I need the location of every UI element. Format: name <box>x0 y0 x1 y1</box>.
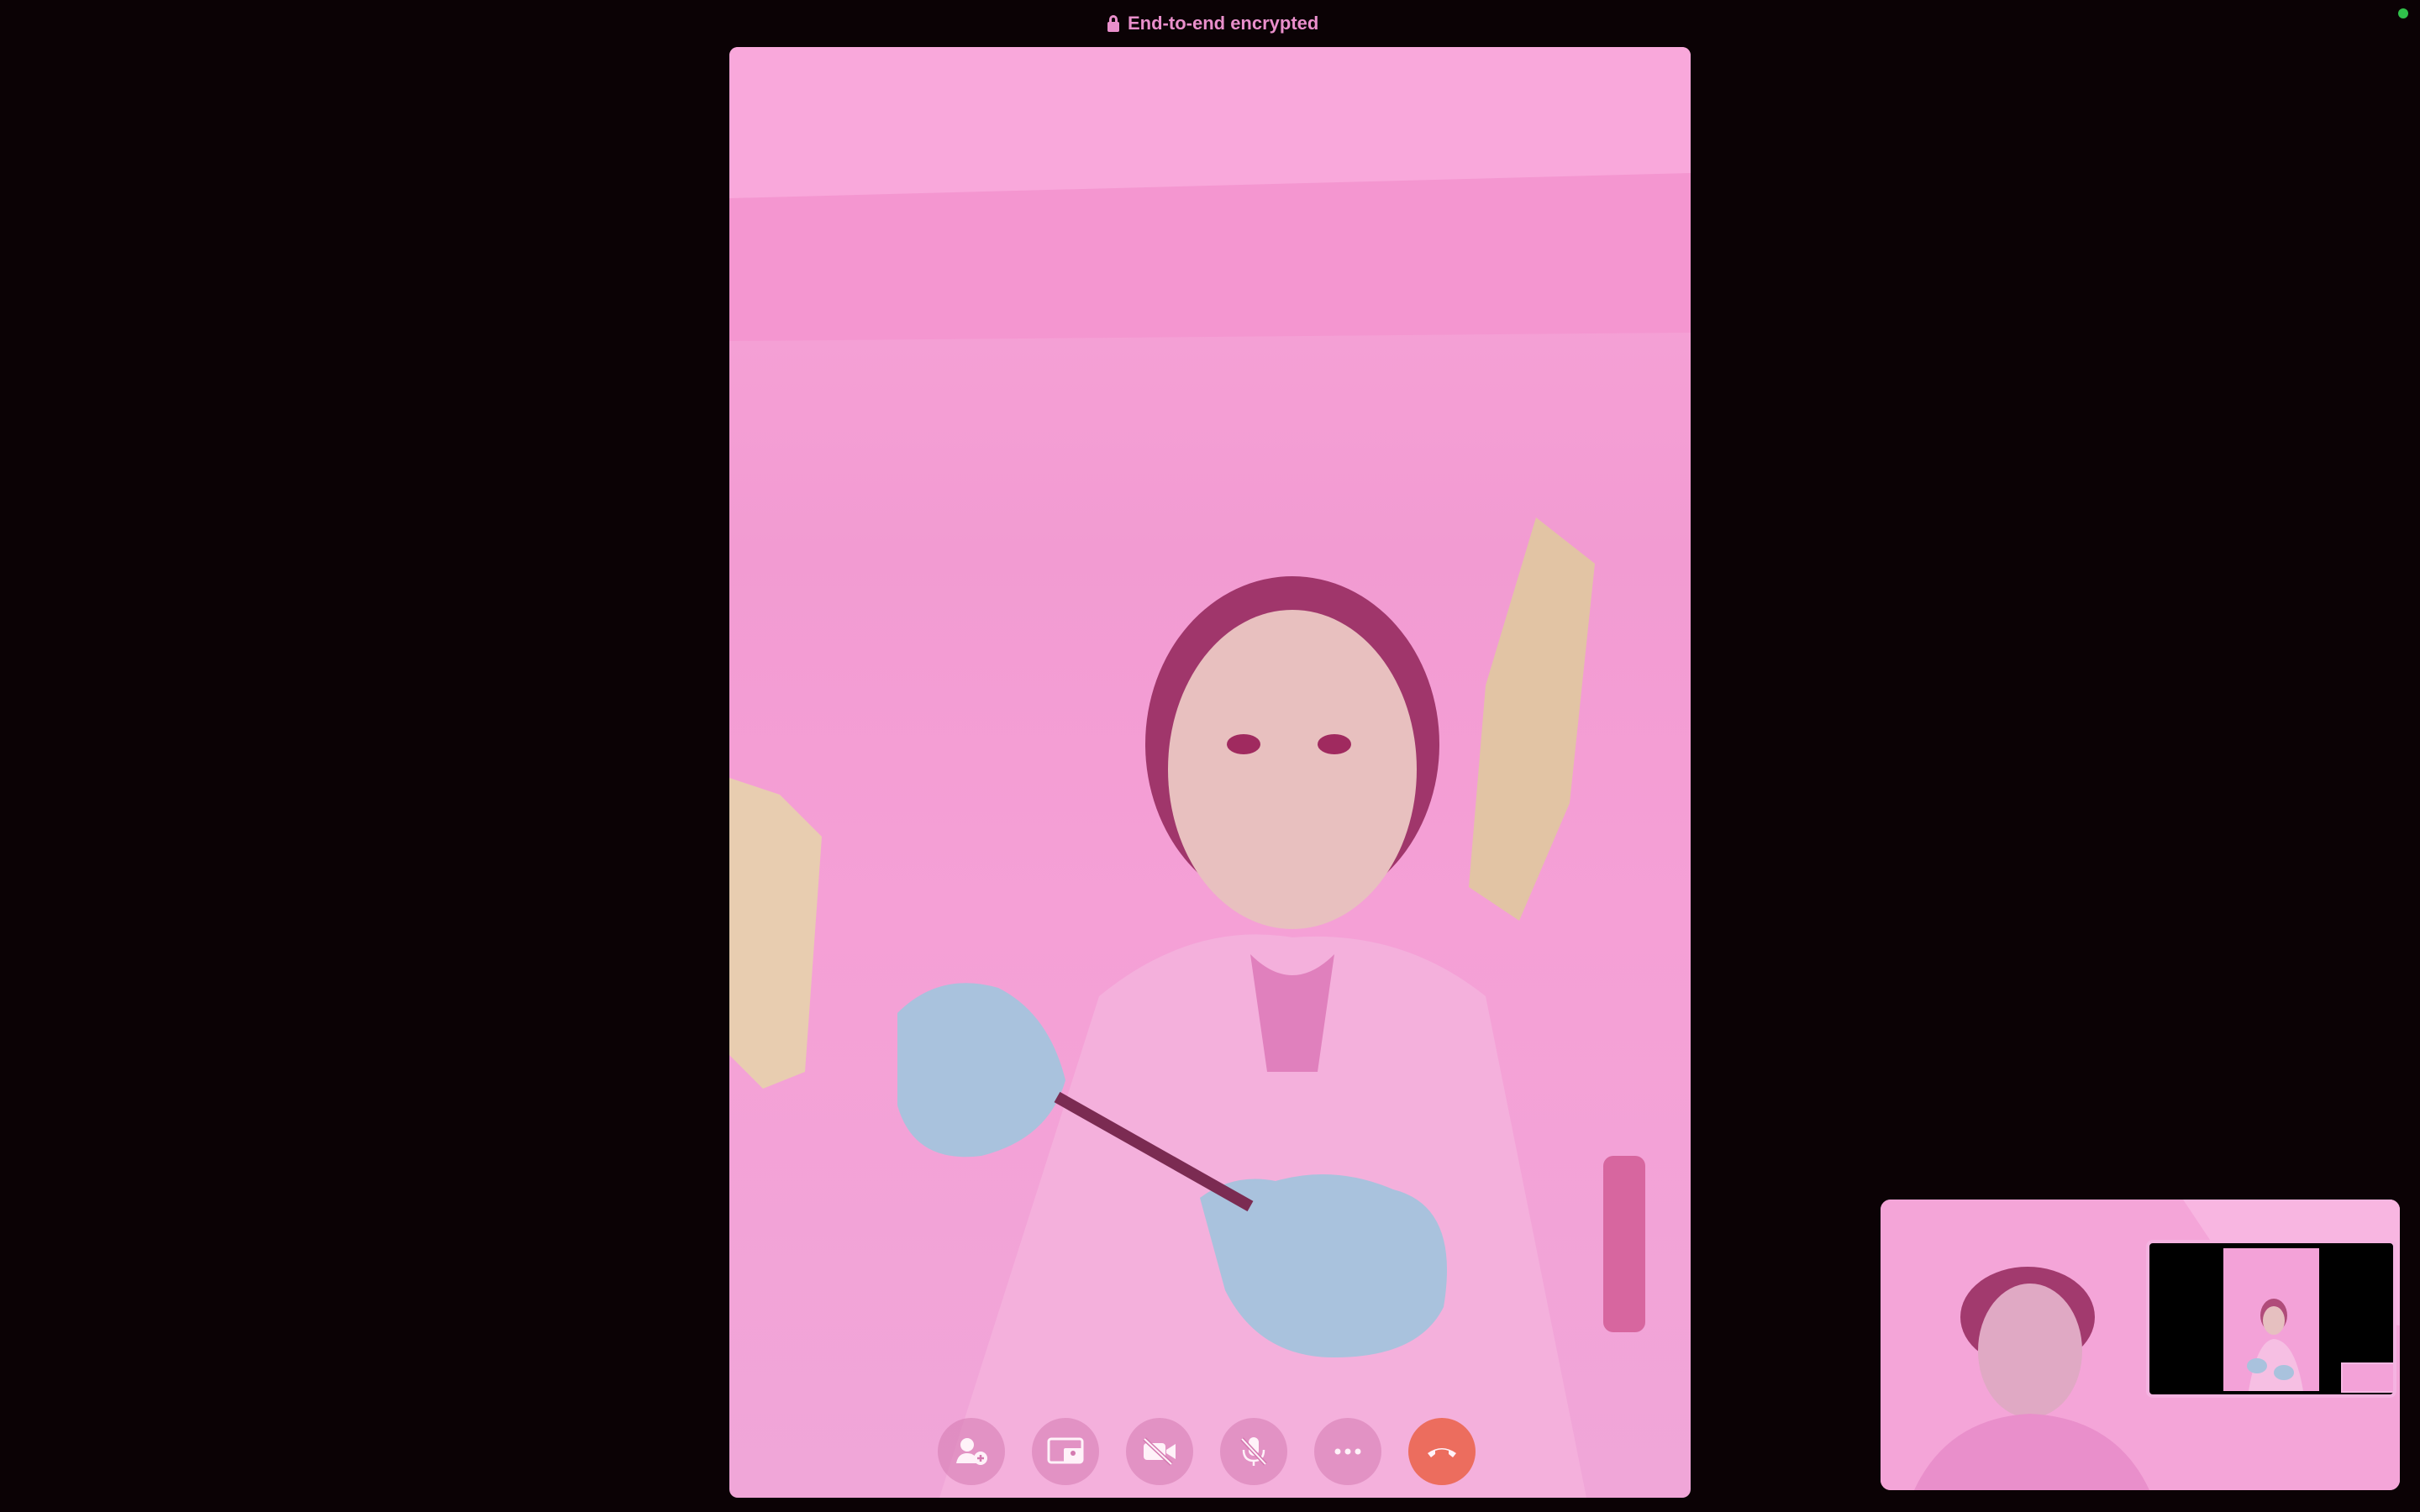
self-view-remote-mirror <box>2223 1248 2319 1391</box>
phone-hangup-icon <box>1428 1448 1456 1457</box>
self-view-frame <box>2247 1299 2303 1391</box>
remote-video-frame <box>729 47 1691 1498</box>
share-screen-button[interactable] <box>1032 1418 1099 1485</box>
add-person-button[interactable] <box>938 1418 1005 1485</box>
self-view-thumbnail[interactable] <box>2146 1240 2396 1398</box>
title-bar: End-to-end encrypted <box>0 0 2420 47</box>
ellipsis-icon <box>1334 1448 1361 1455</box>
remote-video[interactable] <box>729 47 1691 1498</box>
encryption-status: End-to-end encrypted <box>1107 11 1318 36</box>
add-person-icon <box>956 1438 987 1465</box>
end-call-button[interactable] <box>1408 1418 1476 1485</box>
encryption-label: End-to-end encrypted <box>1128 13 1319 34</box>
camera-off-button[interactable] <box>1126 1418 1193 1485</box>
camera-active-indicator <box>2398 8 2408 18</box>
lock-icon <box>1107 15 1119 32</box>
camera-off-icon <box>1143 1437 1176 1466</box>
more-button[interactable] <box>1314 1418 1381 1485</box>
call-controls <box>938 1418 1482 1485</box>
mute-button[interactable] <box>1220 1418 1287 1485</box>
self-view-mini-preview <box>2341 1362 2393 1393</box>
screen-share-icon <box>1047 1437 1084 1464</box>
mic-off-icon <box>1240 1437 1267 1466</box>
